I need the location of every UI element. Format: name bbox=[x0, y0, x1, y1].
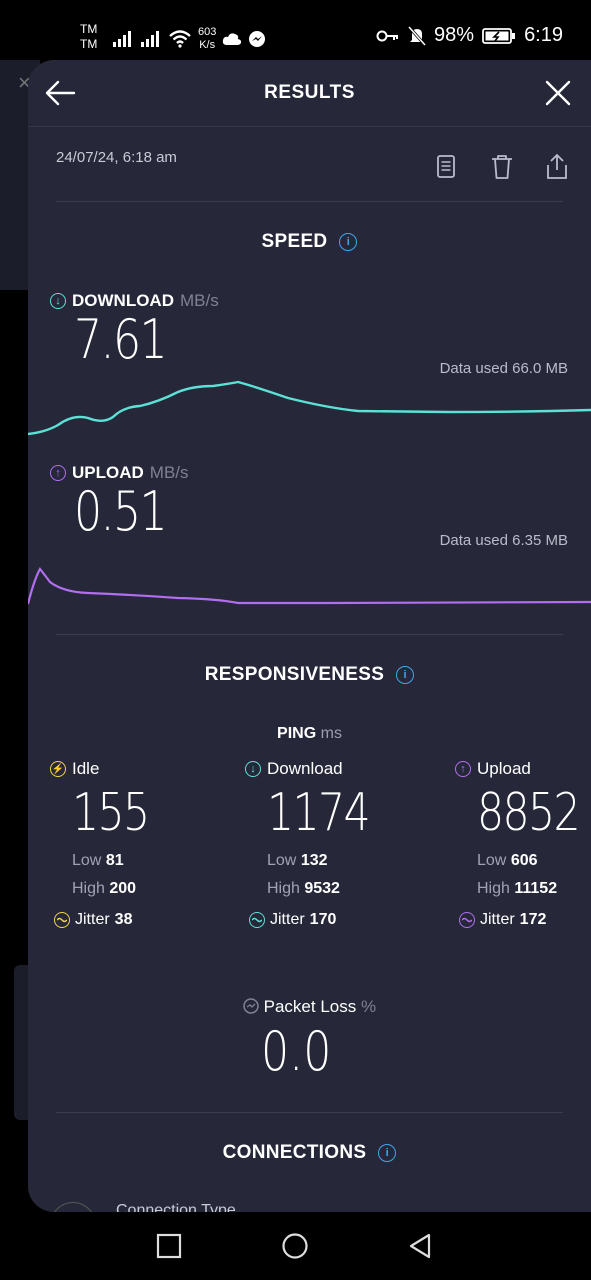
upload-icon: ↑ bbox=[50, 465, 66, 481]
upload-low: Low 606 bbox=[477, 852, 538, 869]
info-icon[interactable]: i bbox=[396, 665, 415, 684]
carrier-labels: TM TM bbox=[80, 22, 97, 52]
share-icon[interactable] bbox=[542, 152, 572, 182]
divider bbox=[56, 201, 563, 202]
divider bbox=[56, 634, 563, 635]
packet-loss-value: 0.0 bbox=[261, 1020, 332, 1083]
upload-ping-value: 8852 bbox=[477, 783, 581, 843]
network-speed: 603 K/s bbox=[198, 26, 217, 51]
signal-icon-2 bbox=[141, 31, 159, 47]
connections-section-title: CONNECTIONS i bbox=[28, 1142, 591, 1164]
carrier-2: TM bbox=[80, 37, 98, 51]
idle-low: Low 81 bbox=[72, 852, 124, 869]
close-icon[interactable] bbox=[543, 78, 573, 108]
info-icon[interactable]: i bbox=[378, 1143, 397, 1162]
download-icon: ↓ bbox=[245, 761, 261, 777]
download-ping-value: 1174 bbox=[267, 783, 371, 843]
back-nav-icon[interactable] bbox=[406, 1232, 434, 1260]
cloud-icon bbox=[223, 33, 242, 45]
ping-download: ↓ Download 1174 Low 132 High 9532 Jitter… bbox=[245, 758, 415, 930]
home-icon[interactable] bbox=[281, 1232, 309, 1260]
battery-percent: 98% bbox=[434, 24, 475, 46]
divider bbox=[56, 1112, 563, 1113]
download-jitter: Jitter 170 bbox=[249, 910, 415, 930]
carrier-1: TM bbox=[80, 22, 98, 36]
results-header: RESULTS bbox=[28, 60, 591, 127]
ping-idle: ⚡ Idle 155 Low 81 High 200 Jitter 38 bbox=[50, 758, 220, 930]
download-graph bbox=[28, 380, 591, 436]
responsiveness-section-title: RESPONSIVENESS i bbox=[28, 664, 591, 686]
page-title: RESULTS bbox=[264, 82, 355, 103]
idle-jitter: Jitter 38 bbox=[54, 910, 220, 930]
packet-loss-icon bbox=[243, 998, 259, 1014]
download-icon: ↓ bbox=[50, 293, 66, 309]
jitter-icon bbox=[459, 912, 475, 928]
connection-type-label: Connection Type bbox=[116, 1202, 236, 1212]
idle-icon: ⚡ bbox=[50, 761, 66, 777]
download-low: Low 132 bbox=[267, 852, 328, 869]
status-bar: TM TM 603 K/s 98% 6:19 bbox=[0, 0, 591, 68]
idle-high: High 200 bbox=[72, 880, 137, 897]
mute-bell-icon bbox=[408, 25, 427, 46]
speed-section-title: SPEED i bbox=[28, 231, 591, 253]
status-icons-right: 98% 6:19 bbox=[376, 24, 563, 47]
upload-icon: ↑ bbox=[455, 761, 471, 777]
upload-data-used: Data used 6.35 MB bbox=[439, 532, 568, 549]
result-date: 24/07/24, 6:18 am bbox=[56, 149, 177, 166]
download-speed-value: 7.61 bbox=[74, 308, 168, 371]
battery-icon bbox=[482, 27, 516, 44]
status-icons-left: 603 K/s bbox=[112, 26, 266, 52]
idle-ping-value: 155 bbox=[72, 783, 150, 843]
results-sheet: RESULTS 24/07/24, 6:18 am SPEED i ↓ DOWNL… bbox=[28, 60, 591, 1212]
connection-type-icon bbox=[50, 1202, 96, 1212]
jitter-icon bbox=[249, 912, 265, 928]
signal-icon bbox=[113, 31, 131, 47]
messenger-icon bbox=[249, 31, 266, 47]
upload-speed-value: 0.51 bbox=[74, 480, 168, 543]
upload-high: High 11152 bbox=[477, 880, 558, 897]
info-icon[interactable]: i bbox=[339, 232, 358, 251]
key-icon bbox=[376, 30, 399, 41]
upload-graph bbox=[28, 567, 591, 605]
recent-apps-icon[interactable] bbox=[155, 1232, 183, 1260]
clock: 6:19 bbox=[524, 24, 563, 46]
navigation-bar bbox=[0, 1212, 591, 1280]
trash-icon[interactable] bbox=[487, 152, 517, 182]
download-high: High 9532 bbox=[267, 880, 340, 897]
ping-title: PING ms bbox=[277, 725, 342, 742]
wifi-icon bbox=[169, 30, 191, 48]
document-icon[interactable] bbox=[431, 152, 461, 182]
jitter-icon bbox=[54, 912, 70, 928]
packet-loss-label: Packet Loss % bbox=[28, 997, 591, 1017]
upload-jitter: Jitter 172 bbox=[459, 910, 591, 930]
ping-upload: ↑ Upload 8852 Low 606 High 11152 Jitter … bbox=[455, 758, 591, 930]
